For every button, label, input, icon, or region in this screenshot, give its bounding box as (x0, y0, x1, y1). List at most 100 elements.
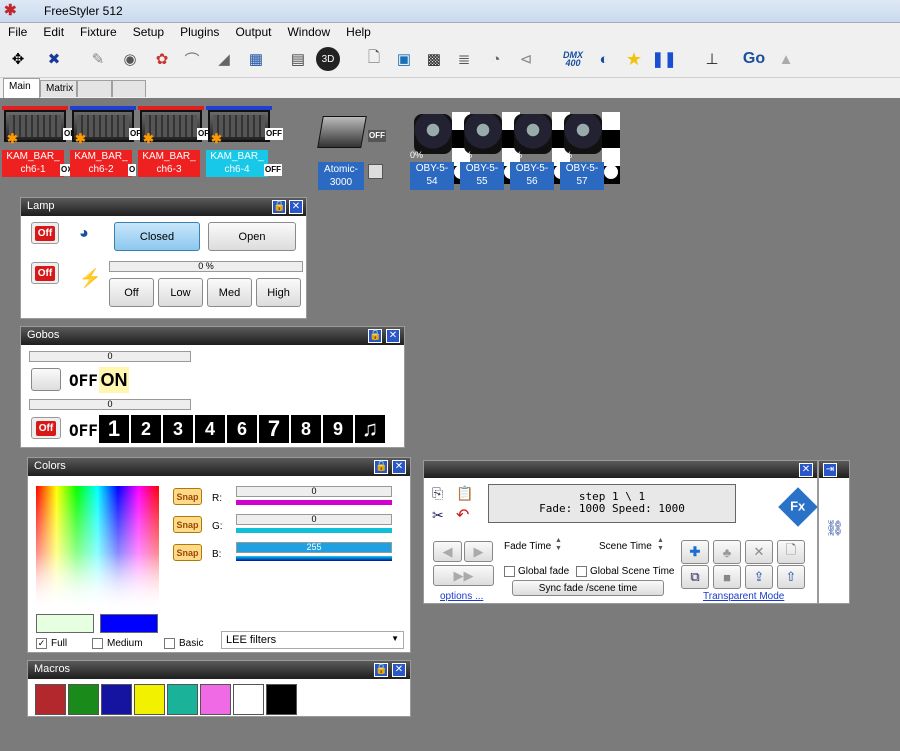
close-icon[interactable]: ✕ (289, 200, 303, 214)
cut-icon[interactable]: ✂ (432, 507, 444, 524)
lamp-level-bar[interactable]: 0 % (109, 261, 303, 272)
level-off-button[interactable]: Off (109, 278, 154, 307)
keyboard-icon[interactable]: ▩ (422, 47, 446, 71)
menu-file[interactable]: File (0, 23, 35, 42)
macro-green-swatch[interactable] (68, 684, 99, 715)
macro-white-swatch[interactable] (233, 684, 264, 715)
gobo-off-button[interactable]: Off (31, 417, 61, 439)
menu-setup[interactable]: Setup (125, 23, 172, 42)
speaker-icon[interactable]: ◔ (484, 47, 508, 71)
paste-icon[interactable]: 📋 (456, 485, 473, 502)
fixture-bar-4[interactable]: ✱ OFF KAM_BAR_ ch6-4 OFF (206, 106, 288, 178)
network-icon[interactable]: ⛓ (825, 519, 844, 537)
tab-blank-1[interactable] (77, 80, 112, 97)
truss-icon[interactable]: ⌒ (180, 47, 204, 71)
closed-button[interactable]: Closed (114, 222, 200, 251)
mouse-icon[interactable]: ◐ (592, 47, 616, 71)
star-icon[interactable]: ★ (622, 47, 646, 71)
medium-checkbox[interactable] (92, 638, 103, 649)
lock-icon[interactable]: 🔒 (374, 663, 388, 677)
macro-teal-swatch[interactable] (167, 684, 198, 715)
gobo-6-button[interactable]: 6 (227, 415, 257, 443)
gobo-blank-button[interactable] (31, 368, 61, 391)
pause-icon[interactable]: ❚❚ (651, 47, 676, 71)
open-button[interactable]: Open (208, 222, 296, 251)
tab-blank-2[interactable] (112, 80, 146, 97)
lock-icon[interactable]: 🔒 (368, 329, 382, 343)
new-sequence-button[interactable]: 🗋 (777, 540, 805, 564)
3d-view-icon[interactable]: 3D (316, 47, 340, 71)
group-button[interactable]: ♣ (713, 540, 741, 564)
fast-forward-button[interactable]: ▶▶ (433, 565, 494, 586)
dock-icon[interactable]: ⇥ (823, 463, 837, 477)
tab-main[interactable]: Main (3, 78, 40, 98)
step-forward-button[interactable]: ▶ (464, 541, 493, 562)
lamp-off-button[interactable]: Off (31, 222, 59, 244)
gobo-4-button[interactable]: 4 (195, 415, 225, 443)
gobo-8-button[interactable]: 8 (291, 415, 321, 443)
cue-icon[interactable]: ▣ (392, 47, 416, 71)
b-slider[interactable]: 255 (236, 542, 392, 553)
gobo-3-button[interactable]: 3 (163, 415, 193, 443)
gobo-7-button[interactable]: 7 (259, 415, 289, 443)
close-icon[interactable]: ✕ (386, 329, 400, 343)
menu-fixture[interactable]: Fixture (72, 23, 125, 42)
r-slider[interactable]: 0 (236, 486, 392, 497)
level-high-button[interactable]: High (256, 278, 301, 307)
gobo-wheel-icon[interactable]: ◉ (118, 47, 142, 71)
copy-step-button[interactable]: ⧉ (681, 565, 709, 589)
lock-icon[interactable]: 🔒 (374, 460, 388, 474)
menu-output[interactable]: Output (227, 23, 279, 42)
menu-plugins[interactable]: Plugins (172, 23, 227, 42)
fixture-checkbox[interactable] (368, 164, 383, 179)
master-fader-icon[interactable]: ⊥ (700, 47, 724, 71)
macro-red-swatch[interactable] (35, 684, 66, 715)
gobo-music-button[interactable]: ♫ (355, 415, 385, 443)
add-step-button[interactable]: ✚ (681, 540, 709, 564)
blackout-icon[interactable]: ▲ (774, 47, 798, 71)
gobo-off-label-2[interactable]: OFF (69, 421, 98, 440)
printer-icon[interactable]: ▤ (286, 47, 310, 71)
menu-edit[interactable]: Edit (35, 23, 72, 42)
pen-icon[interactable]: ✎ (86, 47, 110, 71)
macro-blue-swatch[interactable] (101, 684, 132, 715)
gobo-off-label[interactable]: OFF (69, 371, 98, 390)
lamp-off-button-2[interactable]: Off (31, 262, 59, 284)
fade-time-spinner[interactable]: ▲ ▼ (555, 537, 562, 553)
close-icon[interactable]: ✕ (799, 463, 813, 477)
go-button[interactable]: Go (740, 47, 768, 71)
fixture-head-57[interactable]: % OBY-5- 57 (560, 112, 620, 192)
dmx-400-icon[interactable]: DMX 400 (558, 47, 588, 71)
global-scene-checkbox[interactable] (576, 566, 587, 577)
menu-help[interactable]: Help (338, 23, 379, 42)
copy-icon[interactable]: ⎘ (432, 485, 443, 502)
fixture-unselect-icon[interactable]: ✖ (42, 47, 66, 71)
transparent-mode-link[interactable]: Transparent Mode (703, 591, 784, 602)
snap-g-button[interactable]: Snap (173, 516, 202, 533)
fixture-select-icon[interactable]: ✥ (6, 47, 30, 71)
g-slider[interactable]: 0 (236, 514, 392, 525)
horn-icon[interactable]: ⊲ (514, 47, 538, 71)
lock-icon[interactable]: 🔒 (272, 200, 286, 214)
fx-button[interactable]: Fx (778, 487, 818, 527)
fixture-atomic-3000[interactable]: OFF Atomic- 3000 (317, 114, 388, 192)
snap-r-button[interactable]: Snap (173, 488, 202, 505)
color-picker[interactable] (36, 486, 159, 609)
tab-matrix[interactable]: Matrix (40, 80, 77, 97)
scene-time-spinner[interactable]: ▲ ▼ (657, 537, 664, 553)
ramp-icon[interactable]: ◢ (212, 47, 236, 71)
gobo-2-button[interactable]: 2 (131, 415, 161, 443)
basic-checkbox[interactable] (164, 638, 175, 649)
stop-button[interactable]: ■ (713, 565, 741, 589)
faders-icon[interactable]: ≣ (452, 47, 476, 71)
level-med-button[interactable]: Med (207, 278, 252, 307)
snap-b-button[interactable]: Snap (173, 544, 202, 561)
full-checkbox[interactable]: ✓ (36, 638, 47, 649)
level-low-button[interactable]: Low (158, 278, 203, 307)
menu-window[interactable]: Window (279, 23, 338, 42)
macro-pink-swatch[interactable] (200, 684, 231, 715)
macro-black-swatch[interactable] (266, 684, 297, 715)
undo-icon[interactable]: ↶ (456, 505, 469, 525)
new-file-icon[interactable]: 🗋 (362, 47, 386, 71)
delete-step-button[interactable]: ✕ (745, 540, 773, 564)
